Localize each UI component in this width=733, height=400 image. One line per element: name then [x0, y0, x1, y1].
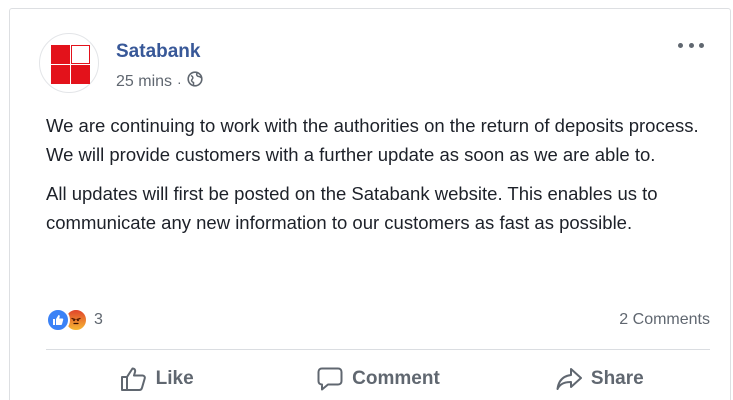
- comment-bubble-icon: [316, 366, 344, 392]
- post-paragraph: We are continuing to work with the autho…: [46, 115, 699, 165]
- more-options-icon[interactable]: [678, 37, 704, 53]
- comment-button-label: Comment: [352, 368, 440, 389]
- like-icon: [46, 308, 70, 332]
- logo-square: [71, 45, 90, 64]
- globe-icon[interactable]: [187, 71, 203, 92]
- post-card: Satabank 25 mins · We are continuing to …: [9, 8, 731, 400]
- comments-count-link[interactable]: 2 Comments: [619, 311, 710, 329]
- thumbs-up-icon: [120, 366, 148, 392]
- like-button-label: Like: [155, 368, 194, 389]
- post-meta: 25 mins ·: [116, 71, 203, 92]
- like-button[interactable]: Like: [46, 353, 267, 400]
- post-actions: Like Comment Share: [46, 353, 710, 400]
- page-avatar[interactable]: [39, 33, 99, 93]
- post-body: We are continuing to work with the autho…: [46, 111, 726, 247]
- meta-separator: ·: [177, 73, 182, 90]
- share-button[interactable]: Share: [489, 353, 710, 400]
- logo-square: [71, 65, 90, 84]
- divider: [46, 349, 710, 350]
- share-button-label: Share: [590, 368, 644, 389]
- share-arrow-icon: [555, 366, 583, 392]
- reaction-count: 3: [94, 311, 103, 328]
- logo-square: [51, 45, 70, 64]
- comment-button[interactable]: Comment: [267, 353, 488, 400]
- page-name-link[interactable]: Satabank: [116, 41, 200, 63]
- post-paragraph: All updates will first be posted on the …: [46, 183, 658, 233]
- post-timestamp[interactable]: 25 mins: [116, 73, 172, 91]
- reactions-summary[interactable]: 3: [46, 307, 103, 333]
- logo-square: [51, 65, 70, 84]
